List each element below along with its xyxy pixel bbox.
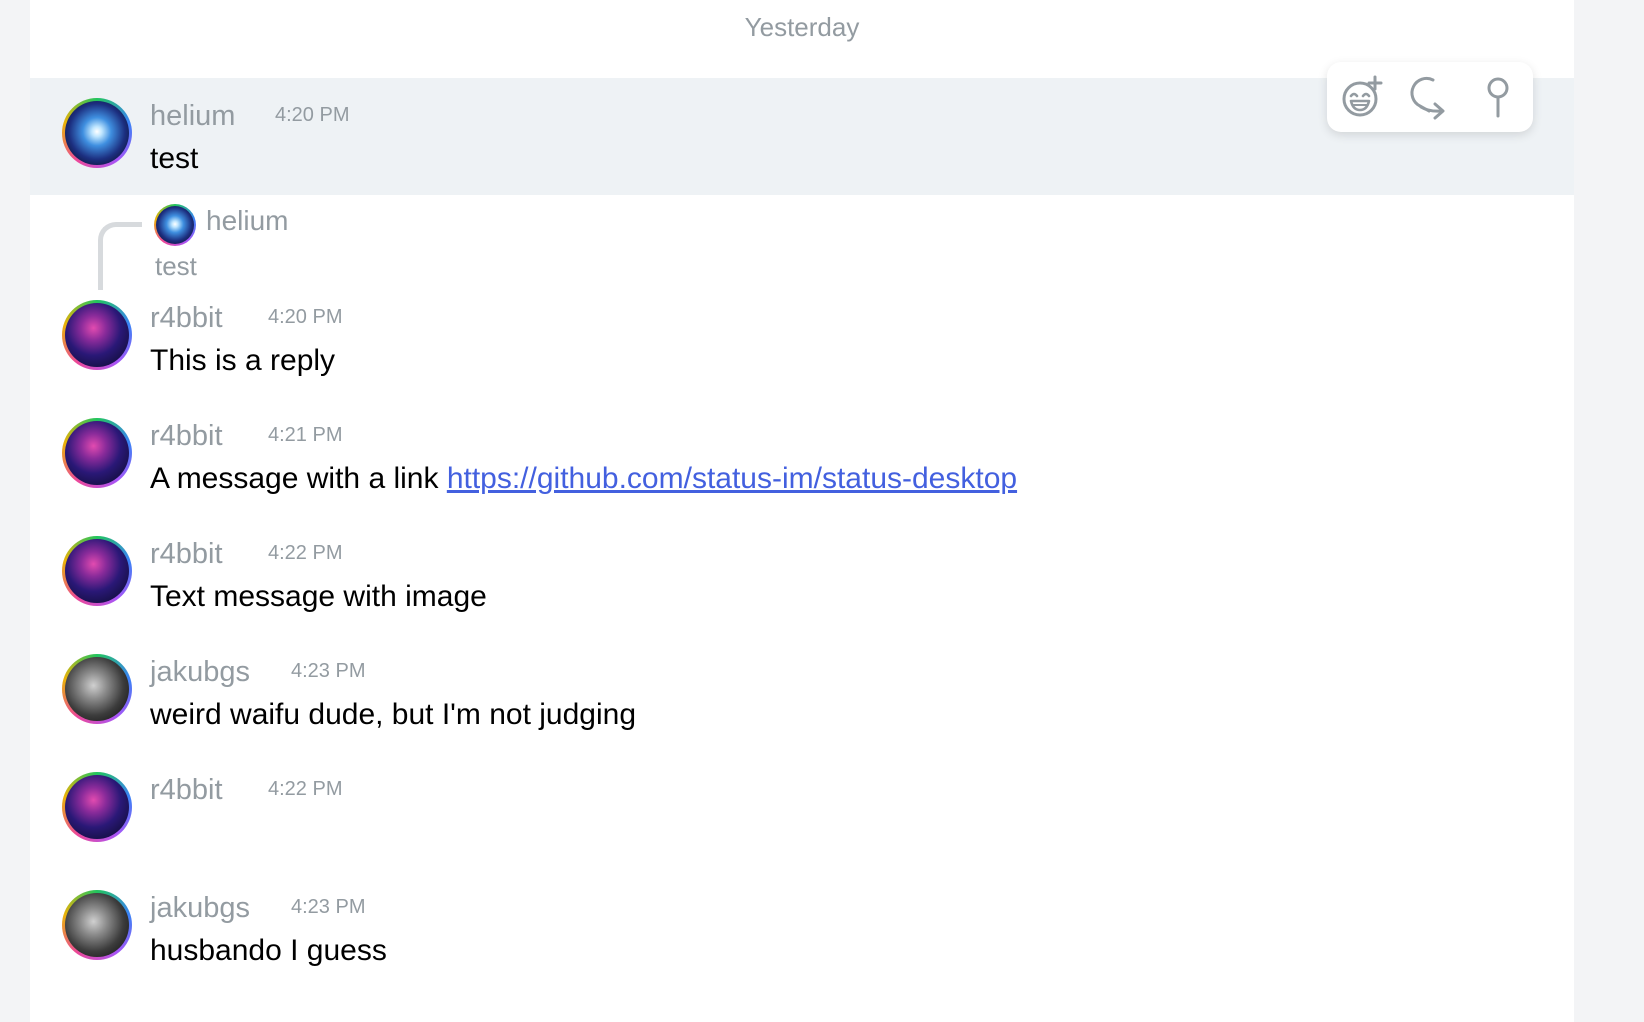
message-text: A message with a link https://github.com…	[150, 462, 1017, 496]
message-text: Text message with image	[150, 580, 487, 613]
reply-button[interactable]	[1407, 74, 1453, 120]
pin-icon	[1487, 77, 1509, 118]
avatar[interactable]	[62, 98, 132, 168]
avatar[interactable]	[62, 890, 132, 960]
reply-text[interactable]: test	[155, 251, 197, 282]
message-timestamp: 4:21 PM	[268, 424, 343, 446]
avatar[interactable]	[62, 536, 132, 606]
avatar[interactable]	[62, 300, 132, 370]
reply-connector	[98, 222, 142, 290]
message-item[interactable]: r4bbit 4:22 PM Text message with image	[30, 526, 1574, 636]
message-timestamp: 4:23 PM	[291, 896, 366, 918]
message-text: test	[150, 142, 199, 175]
message-author[interactable]: r4bbit	[150, 538, 223, 571]
message-actions-toolbar	[1327, 62, 1533, 132]
avatar[interactable]	[62, 654, 132, 724]
message-link[interactable]: https://github.com/status-im/status-desk…	[447, 462, 1017, 495]
avatar[interactable]	[62, 772, 132, 842]
message-item[interactable]: r4bbit 4:21 PM A message with a link htt…	[30, 408, 1574, 518]
message-item[interactable]: jakubgs 4:23 PM husbando I guess	[30, 880, 1574, 990]
message-timestamp: 4:22 PM	[268, 778, 343, 800]
message-item[interactable]: r4bbit 4:20 PM This is a reply	[30, 290, 1574, 400]
message-text: This is a reply	[150, 344, 336, 377]
reply-icon	[1410, 76, 1445, 120]
message-author[interactable]: r4bbit	[150, 420, 223, 453]
message-text-prefix: A message with a link	[150, 462, 447, 495]
message-item[interactable]: jakubgs 4:23 PM weird waifu dude, but I'…	[30, 644, 1574, 754]
add-reaction-button[interactable]	[1339, 74, 1385, 120]
message-item[interactable]: r4bbit 4:22 PM	[30, 762, 1574, 880]
message-author[interactable]: r4bbit	[150, 302, 223, 335]
date-separator: Yesterday	[744, 12, 860, 42]
message-author[interactable]: r4bbit	[150, 774, 223, 807]
avatar[interactable]	[62, 418, 132, 488]
message-timestamp: 4:20 PM	[275, 104, 350, 126]
message-timestamp: 4:20 PM	[268, 306, 343, 328]
chat-messages-panel: Yesterday helium 4:20 PM test helium tes…	[30, 0, 1574, 1022]
message-timestamp: 4:23 PM	[291, 660, 366, 682]
message-author[interactable]: jakubgs	[150, 656, 250, 689]
pin-button[interactable]	[1475, 74, 1521, 120]
reply-author[interactable]: helium	[206, 205, 288, 237]
message-timestamp: 4:22 PM	[268, 542, 343, 564]
message-text: weird waifu dude, but I'm not judging	[150, 698, 637, 731]
message-author[interactable]: jakubgs	[150, 892, 250, 925]
message-author[interactable]: helium	[150, 100, 235, 133]
reply-avatar	[154, 204, 196, 246]
message-text: husbando I guess	[150, 934, 387, 967]
add-reaction-icon	[1342, 75, 1383, 117]
